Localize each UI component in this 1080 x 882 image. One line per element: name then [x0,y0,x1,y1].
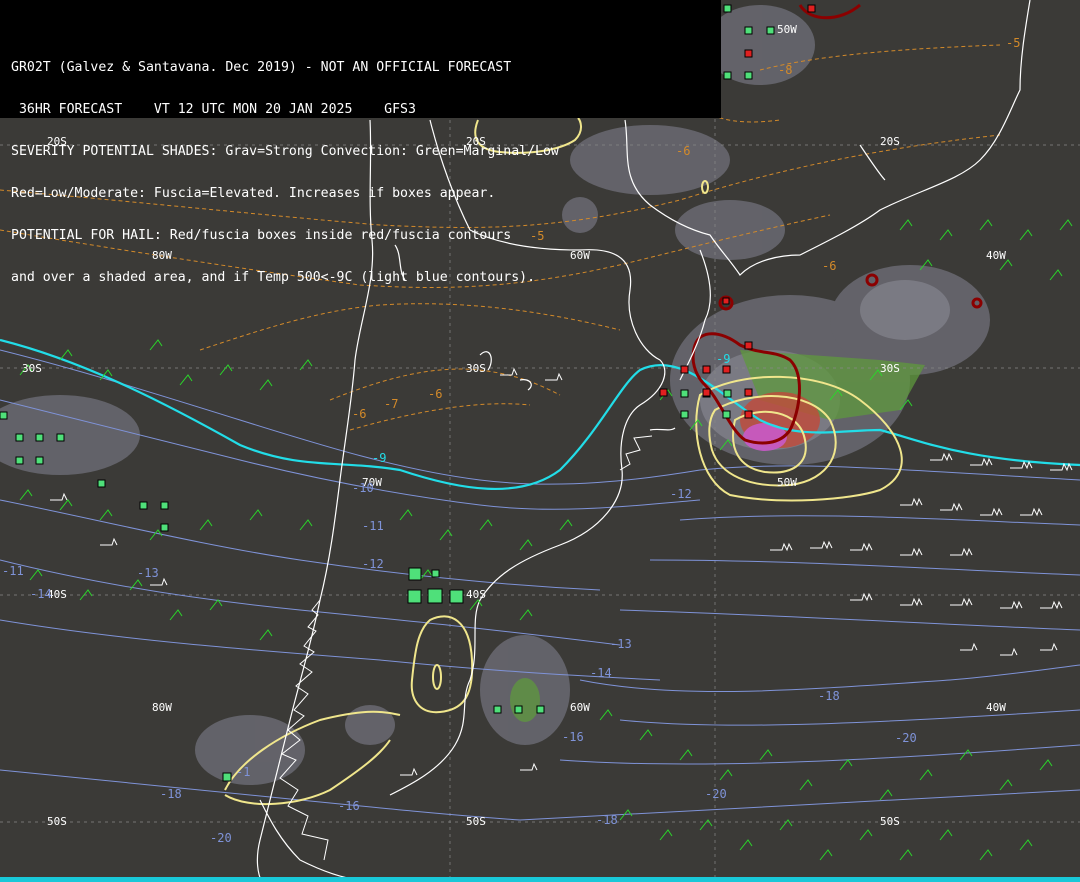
lon-label: 40W [986,249,1006,262]
header-hail-line: and over a shaded area, and if Temp 500<… [11,270,536,285]
lon-label: 50W [777,476,797,489]
svg-text:-20: -20 [895,731,917,745]
header-valid-time-line: 36HR FORECAST VT 12 UTC MON 20 JAN 2025 … [11,102,416,117]
svg-text:-14: -14 [30,587,52,601]
lon-label: 50W [777,23,797,36]
forecast-header: GR02T (Galvez & Santavana. Dec 2019) - N… [0,0,721,285]
svg-text:-11: -11 [362,519,384,533]
lon-label: 60W [570,701,590,714]
svg-text:-5: -5 [1006,36,1020,50]
header-legend-line: SEVERITY POTENTIAL SHADES: Grav=Strong C… [11,144,559,159]
svg-text:-18: -18 [818,689,840,703]
svg-text:-8: -8 [778,63,792,77]
header-legend-line: Red=Low/Moderate: Fuscia=Elevated. Incre… [11,186,496,201]
svg-text:-18: -18 [160,787,182,801]
svg-text:-10: -10 [352,481,374,495]
lat-label: 40S [466,588,486,601]
lat-label: 30S [880,362,900,375]
svg-text:-13: -13 [137,566,159,580]
header-hail-line: POTENTIAL FOR HAIL: Red/fuscia boxes ins… [11,228,512,243]
svg-text:-12: -12 [362,557,384,571]
svg-text:-12: -12 [670,487,692,501]
lat-label: 20S [880,135,900,148]
lat-label: 50S [47,815,67,828]
header-title-line: GR02T (Galvez & Santavana. Dec 2019) - N… [11,60,512,75]
lat-label: 30S [22,362,42,375]
svg-text:-20: -20 [210,831,232,845]
svg-text:-6: -6 [822,259,836,273]
lon-label: 80W [152,701,172,714]
lon-label: 40W [986,701,1006,714]
svg-text:-11: -11 [2,564,24,578]
lat-label: 50S [466,815,486,828]
svg-text:-16: -16 [562,730,584,744]
lat-label: 50S [880,815,900,828]
svg-text:-9: -9 [372,451,386,465]
svg-text:-20: -20 [705,787,727,801]
bottom-bar [0,877,1080,882]
svg-text:-18: -18 [596,813,618,827]
svg-text:-6: -6 [352,407,366,421]
svg-text:-6: -6 [428,387,442,401]
svg-text:-16: -16 [338,799,360,813]
svg-text:-7: -7 [384,397,398,411]
svg-text:-1: -1 [236,765,250,779]
svg-text:-9: -9 [716,352,730,366]
lat-label: 30S [466,362,486,375]
svg-text:-14: -14 [590,666,612,680]
svg-text:-13: -13 [610,637,632,651]
